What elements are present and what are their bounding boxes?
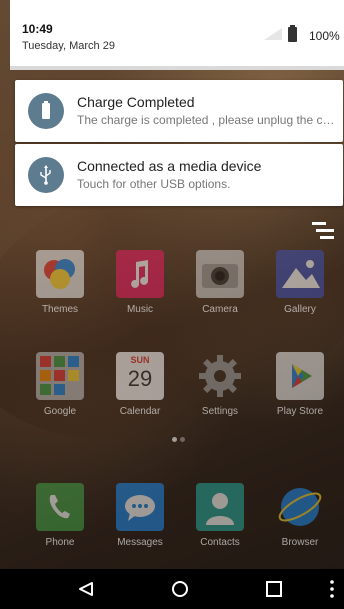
page-indicator bbox=[172, 437, 188, 443]
battery-percent: 100% bbox=[309, 29, 340, 43]
menu-icon[interactable] bbox=[312, 222, 334, 240]
home-icon bbox=[172, 581, 188, 597]
app-music[interactable]: Music bbox=[105, 250, 175, 330]
gear-icon bbox=[196, 352, 244, 400]
page-dot bbox=[180, 437, 185, 442]
menu-icon-bar bbox=[312, 222, 326, 225]
gallery-icon bbox=[276, 250, 324, 298]
notification-text: The charge is completed , please unplug … bbox=[77, 113, 335, 127]
app-label: Music bbox=[126, 304, 154, 315]
page-dot bbox=[172, 437, 177, 442]
music-icon bbox=[116, 250, 164, 298]
status-date: Tuesday, March 29 bbox=[22, 40, 115, 52]
dock-contacts[interactable]: Contacts bbox=[185, 483, 255, 563]
app-label: Messages bbox=[117, 537, 163, 548]
calendar-day: SUN bbox=[130, 355, 150, 365]
back-icon bbox=[79, 582, 93, 596]
usb-icon bbox=[40, 165, 51, 185]
play-store-icon bbox=[276, 352, 324, 400]
contacts-icon bbox=[196, 483, 244, 531]
app-themes[interactable]: Themes bbox=[25, 250, 95, 330]
battery-icon bbox=[288, 25, 297, 42]
phone-icon bbox=[36, 483, 84, 531]
back-button[interactable] bbox=[56, 569, 116, 609]
calendar-icon: SUN 29 bbox=[116, 352, 164, 400]
home-button[interactable] bbox=[150, 569, 210, 609]
app-settings[interactable]: Settings bbox=[185, 352, 255, 432]
calendar-date: 29 bbox=[127, 366, 153, 391]
app-label: Gallery bbox=[284, 304, 316, 315]
notification-title: Connected as a media device bbox=[77, 158, 262, 174]
battery-icon bbox=[42, 101, 50, 119]
overflow-menu-button[interactable] bbox=[304, 569, 344, 609]
app-label: Phone bbox=[45, 537, 75, 548]
app-label: Contacts bbox=[200, 537, 240, 548]
app-label: Camera bbox=[202, 304, 238, 315]
notification-usb-connected[interactable]: Connected as a media device Touch for ot… bbox=[15, 144, 343, 206]
app-label: Themes bbox=[41, 304, 79, 315]
recents-icon bbox=[266, 581, 282, 597]
camera-icon bbox=[196, 250, 244, 298]
app-label: Browser bbox=[281, 537, 319, 548]
google-folder-icon bbox=[36, 352, 84, 400]
more-vert-icon bbox=[330, 580, 334, 598]
app-google-folder[interactable]: Google bbox=[25, 352, 95, 432]
app-label: Google bbox=[43, 406, 77, 417]
app-label: Settings bbox=[201, 406, 239, 417]
menu-icon-bar bbox=[320, 236, 334, 239]
dock-browser[interactable]: Browser bbox=[265, 483, 335, 563]
themes-icon bbox=[36, 250, 84, 298]
notification-icon-bg bbox=[28, 157, 64, 193]
app-label: Play Store bbox=[276, 406, 324, 417]
navigation-bar bbox=[0, 569, 344, 609]
app-camera[interactable]: Camera bbox=[185, 250, 255, 330]
app-gallery[interactable]: Gallery bbox=[265, 250, 335, 330]
notification-icon-bg bbox=[28, 93, 64, 129]
app-label: Calendar bbox=[119, 406, 161, 417]
shade-divider bbox=[10, 66, 344, 70]
menu-icon-bar bbox=[316, 229, 334, 232]
notification-title: Charge Completed bbox=[77, 94, 195, 110]
app-calendar[interactable]: SUN 29 Calendar bbox=[105, 352, 175, 432]
app-play-store[interactable]: Play Store bbox=[265, 352, 335, 432]
signal-icon bbox=[264, 28, 282, 40]
browser-icon bbox=[276, 483, 324, 531]
dock-phone[interactable]: Phone bbox=[25, 483, 95, 563]
status-time: 10:49 bbox=[22, 22, 53, 36]
notification-text: Touch for other USB options. bbox=[77, 177, 231, 191]
recents-button[interactable] bbox=[244, 569, 304, 609]
dock-messages[interactable]: Messages bbox=[105, 483, 175, 563]
messages-icon bbox=[116, 483, 164, 531]
notification-charge-completed[interactable]: Charge Completed The charge is completed… bbox=[15, 80, 343, 142]
